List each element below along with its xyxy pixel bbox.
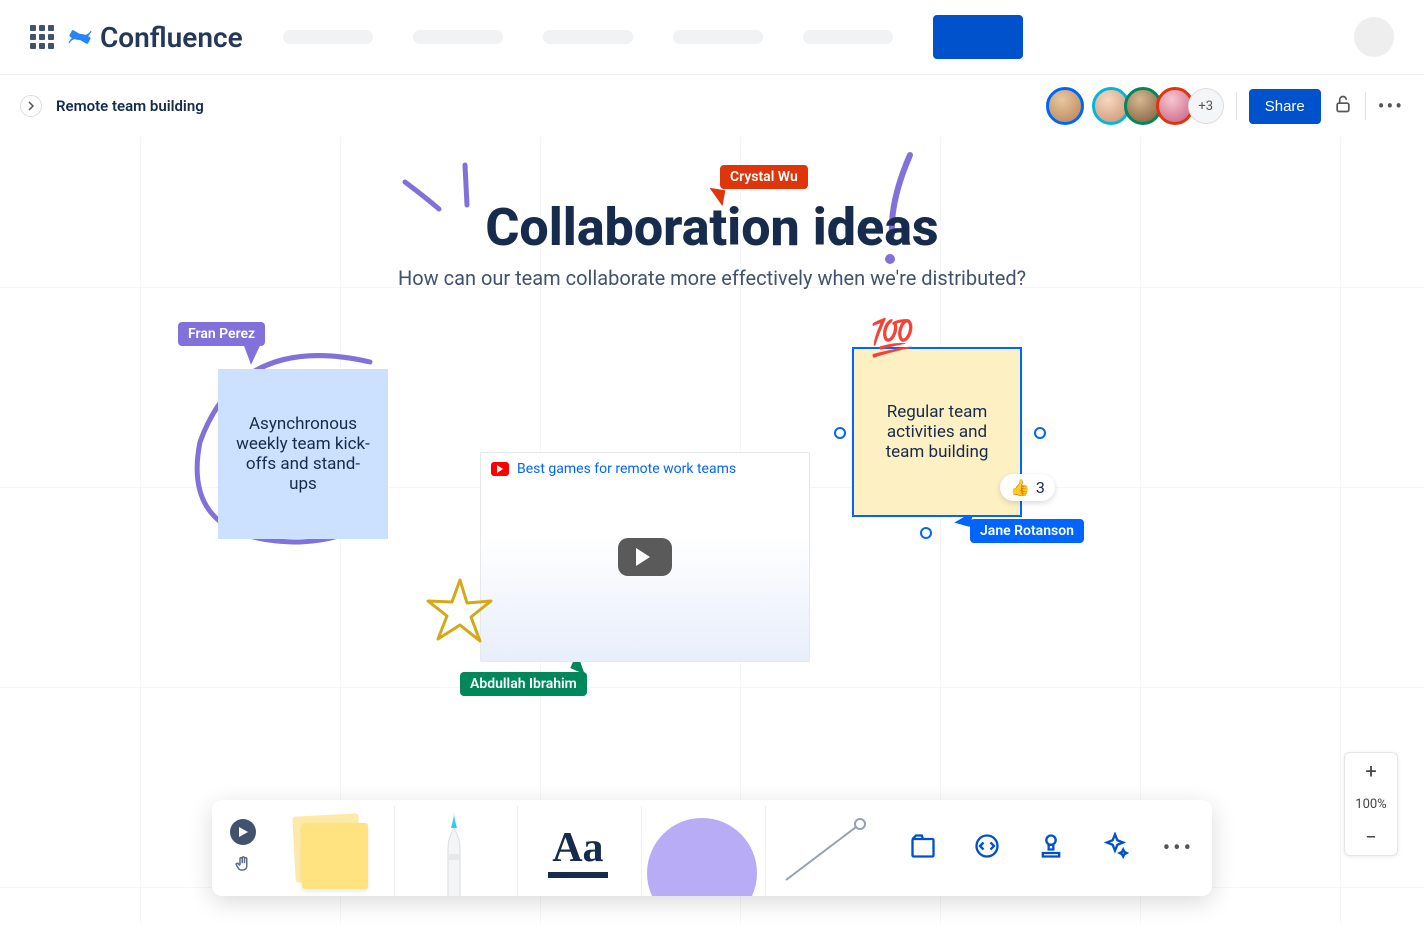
video-title: Best games for remote work teams (517, 461, 736, 477)
line-tool[interactable] (765, 806, 885, 896)
selection-handle[interactable] (834, 427, 846, 439)
section-tool-icon[interactable] (909, 832, 937, 864)
app-switcher-icon[interactable] (30, 25, 54, 49)
sticky-note-activities[interactable]: Regular team activities and team buildin… (852, 347, 1022, 517)
reaction-badge[interactable]: 👍 3 (1000, 474, 1055, 501)
zoom-in-button[interactable]: + (1345, 753, 1397, 789)
text-tool[interactable]: Aa (517, 806, 637, 896)
app-name: Confluence (100, 21, 243, 54)
breadcrumb[interactable]: Remote team building (56, 97, 204, 115)
reaction-count: 3 (1036, 478, 1045, 497)
owner-avatar[interactable] (1046, 87, 1084, 125)
more-actions-icon[interactable]: ••• (1378, 94, 1404, 118)
nav-placeholder[interactable] (803, 30, 893, 44)
selection-handle[interactable] (1034, 427, 1046, 439)
top-nav: Confluence (0, 0, 1424, 75)
board-title[interactable]: Collaboration ideas (398, 197, 1026, 258)
cursor-crystal: Crystal Wu (720, 165, 808, 189)
nav-placeholder[interactable] (413, 30, 503, 44)
zoom-controls: + 100% − (1344, 752, 1398, 856)
present-button[interactable] (230, 819, 256, 845)
nav-placeholder[interactable] (283, 30, 373, 44)
youtube-icon (491, 462, 509, 476)
shape-tool[interactable] (641, 806, 761, 896)
sticky-note-async[interactable]: Asynchronous weekly team kick-offs and s… (218, 369, 388, 539)
confluence-logo[interactable]: Confluence (66, 21, 243, 54)
pen-tool[interactable] (394, 806, 514, 896)
stamp-tool-icon[interactable] (1037, 832, 1065, 864)
sticky-text: Regular team activities and team buildin… (872, 402, 1002, 462)
divider (1236, 92, 1237, 120)
zoom-level[interactable]: 100% (1355, 789, 1386, 819)
confluence-icon (66, 23, 94, 51)
selection-handle[interactable] (920, 527, 932, 539)
sticky-text: Asynchronous weekly team kick-offs and s… (236, 414, 370, 494)
video-embed[interactable]: Best games for remote work teams (480, 452, 810, 662)
share-button[interactable]: Share (1249, 89, 1321, 124)
cursor-jane: Jane Rotanson (970, 519, 1084, 543)
cursor-abdullah: Abdullah Ibrahim (460, 672, 587, 696)
board-title-block: Collaboration ideas How can our team col… (398, 197, 1026, 290)
board-subtitle[interactable]: How can our team collaborate more effect… (398, 266, 1026, 290)
more-collaborators[interactable]: +3 (1188, 88, 1224, 124)
play-button[interactable] (618, 538, 672, 576)
collaborator-avatars: +3 (1046, 87, 1224, 125)
expand-sidebar-button[interactable] (20, 95, 42, 117)
link-tool-icon[interactable] (973, 832, 1001, 864)
nav-placeholder[interactable] (543, 30, 633, 44)
primary-nav-button[interactable] (933, 15, 1023, 59)
profile-avatar[interactable] (1354, 17, 1394, 57)
whiteboard-canvas[interactable]: Collaboration ideas How can our team col… (0, 137, 1424, 924)
hundred-emoji[interactable]: 💯 (870, 317, 915, 359)
page-header: Remote team building +3 Share ••• (0, 75, 1424, 137)
hand-tool-button[interactable] (230, 851, 256, 877)
restrictions-icon[interactable] (1333, 94, 1353, 118)
sticky-note-tool[interactable] (270, 806, 390, 896)
decoration-star (425, 577, 495, 647)
whiteboard-toolbar: Aa ••• (212, 800, 1212, 896)
nav-placeholder[interactable] (673, 30, 763, 44)
divider (1365, 92, 1366, 120)
thumbs-up-emoji: 👍 (1010, 478, 1030, 497)
ai-tool-icon[interactable] (1101, 832, 1129, 864)
zoom-out-button[interactable]: − (1345, 819, 1397, 855)
cursor-fran: Fran Perez (178, 322, 265, 346)
more-tools-icon[interactable]: ••• (1163, 836, 1194, 861)
